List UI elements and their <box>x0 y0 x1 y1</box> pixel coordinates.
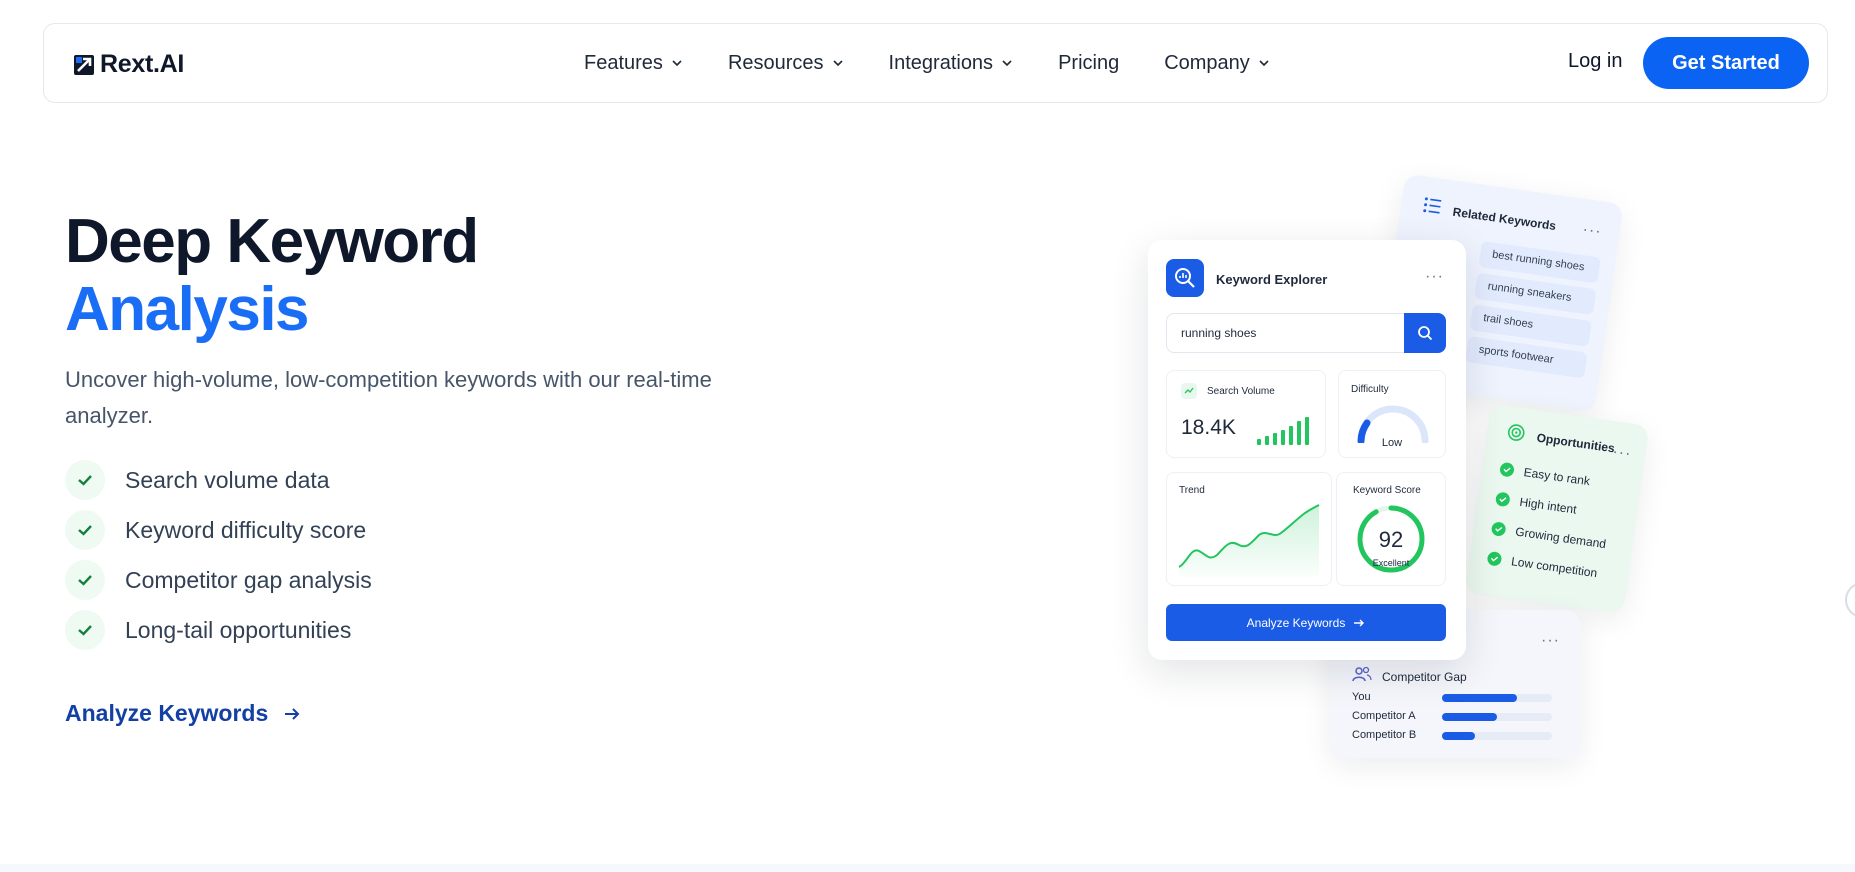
competitor-bar <box>1442 732 1475 740</box>
brand-name: Rext.AI <box>100 50 185 78</box>
volume-bars <box>1257 417 1309 445</box>
list-icon <box>1423 197 1442 214</box>
chevron-down-icon <box>1002 60 1012 67</box>
competitor-bar-track <box>1442 694 1552 702</box>
list-item: Search volume data <box>65 455 372 505</box>
more-icon[interactable]: ··· <box>1425 268 1444 286</box>
opportunity-text: Growing demand <box>1514 524 1607 552</box>
next-section-edge <box>0 864 1855 872</box>
feature-list: Search volume data Keyword difficulty sc… <box>65 455 372 655</box>
keyword-score-tile: Keyword Score 92 Excellent <box>1336 472 1446 586</box>
more-icon: ··· <box>1541 632 1560 649</box>
competitor-label: Competitor B <box>1352 729 1417 741</box>
chevron-down-icon <box>672 60 682 67</box>
nav-item-features[interactable]: Features <box>584 52 683 75</box>
get-started-button[interactable]: Get Started <box>1643 37 1809 89</box>
check-icon <box>1499 461 1515 478</box>
opportunity-text: Low competition <box>1510 554 1599 581</box>
arrow-right-icon <box>1354 619 1365 626</box>
list-item: Competitor gap analysis <box>65 555 372 605</box>
check-icon <box>65 460 105 500</box>
search-volume-label: Search Volume <box>1207 386 1275 397</box>
more-icon: ··· <box>1581 220 1603 241</box>
nav-item-company[interactable]: Company <box>1164 52 1270 75</box>
keyword-search-input[interactable]: running shoes <box>1166 313 1404 353</box>
difficulty-tile: Difficulty Low <box>1338 370 1446 458</box>
hero-title-line1: Deep Keyword <box>65 207 479 276</box>
nav-label: Features <box>584 51 663 74</box>
trend-tile: Trend <box>1166 472 1332 586</box>
keyword-score-label: Keyword Score <box>1353 485 1421 496</box>
difficulty-label: Difficulty <box>1351 384 1389 395</box>
arrow-right-icon <box>285 707 300 720</box>
competitor-gap-title: Competitor Gap <box>1382 670 1467 684</box>
trend-line-chart <box>1178 504 1320 577</box>
check-icon <box>1494 491 1511 508</box>
list-item: Keyword difficulty score <box>65 505 372 555</box>
opportunity-text: High intent <box>1518 494 1578 517</box>
main-menu: Features Resources Integrations Pricing … <box>584 24 1315 102</box>
difficulty-value: Low <box>1381 437 1403 449</box>
login-link[interactable]: Log in <box>1568 50 1623 73</box>
feature-text: Keyword difficulty score <box>125 516 367 543</box>
check-icon <box>65 560 105 600</box>
check-icon <box>1490 521 1507 537</box>
analyze-keywords-button[interactable]: Analyze Keywords <box>1166 604 1446 641</box>
opportunity-text: Easy to rank <box>1522 465 1591 489</box>
feature-text: Competitor gap analysis <box>125 566 372 593</box>
keyword-score-value: 92 <box>1378 527 1404 552</box>
analyze-keywords-link[interactable]: Analyze Keywords <box>65 700 302 727</box>
nav-item-integrations[interactable]: Integrations <box>889 52 1014 75</box>
check-icon <box>65 610 105 650</box>
feature-text: Search volume data <box>125 466 330 493</box>
nav-label: Pricing <box>1058 51 1120 74</box>
competitor-label: Competitor A <box>1352 710 1416 722</box>
nav-label: Resources <box>727 51 824 74</box>
related-keywords-title: Related Keywords <box>1451 204 1557 234</box>
list-item: High intent <box>1494 491 1578 517</box>
scroll-top-button[interactable] <box>1845 582 1855 618</box>
search-icon <box>1418 326 1433 341</box>
search-volume-tile: Search Volume 18.4K <box>1166 370 1326 458</box>
hero-subtitle: Uncover high-volume, low-competition key… <box>65 367 712 428</box>
nav-label: Company <box>1164 51 1250 74</box>
brand-logo[interactable]: Rext.AI <box>74 50 184 79</box>
logo-icon <box>74 54 94 75</box>
search-button[interactable] <box>1404 313 1446 353</box>
trend-label: Trend <box>1179 485 1205 496</box>
analytics-search-icon <box>1166 259 1204 297</box>
competitor-bar-track <box>1442 732 1552 740</box>
nav-item-pricing[interactable]: Pricing <box>1058 52 1119 75</box>
search-volume-value: 18.4K <box>1181 416 1236 439</box>
target-icon <box>1507 424 1525 441</box>
competitor-bar-track <box>1442 713 1552 721</box>
chevron-down-icon <box>832 60 843 67</box>
opportunities-title: Opportunities <box>1535 430 1616 456</box>
navbar: Rext.AI Features Resources Integrations … <box>43 23 1828 103</box>
nav-item-resources[interactable]: Resources <box>728 52 844 75</box>
button-label: Analyze Keywords <box>1246 615 1346 630</box>
trend-up-icon <box>1181 383 1197 399</box>
list-item: Long-tail opportunities <box>65 605 372 655</box>
users-icon <box>1352 666 1372 682</box>
hero-title-line2: Analysis <box>65 275 310 344</box>
chevron-down-icon <box>1259 60 1269 67</box>
nav-label: Integrations <box>888 51 994 74</box>
feature-text: Long-tail opportunities <box>125 616 352 643</box>
competitor-bar <box>1442 694 1517 702</box>
list-item: Easy to rank <box>1499 461 1591 489</box>
list-item: Low competition <box>1486 550 1599 581</box>
check-icon <box>1486 550 1503 567</box>
keyword-explorer-title: Keyword Explorer <box>1216 272 1328 287</box>
opportunities-card: Opportunities ··· Easy to rank High inte… <box>1464 403 1650 615</box>
competitor-label: You <box>1352 691 1371 703</box>
link-label: Analyze Keywords <box>65 700 269 726</box>
more-icon: ··· <box>1611 443 1633 463</box>
list-item: Growing demand <box>1490 521 1607 552</box>
competitor-bar <box>1442 713 1497 721</box>
keyword-score-caption: Excellent <box>1372 558 1410 568</box>
hero-title: Deep Keyword Analysis <box>65 207 479 344</box>
keyword-explorer-card: Keyword Explorer ··· running shoes Searc… <box>1148 240 1466 660</box>
check-icon <box>65 510 105 550</box>
